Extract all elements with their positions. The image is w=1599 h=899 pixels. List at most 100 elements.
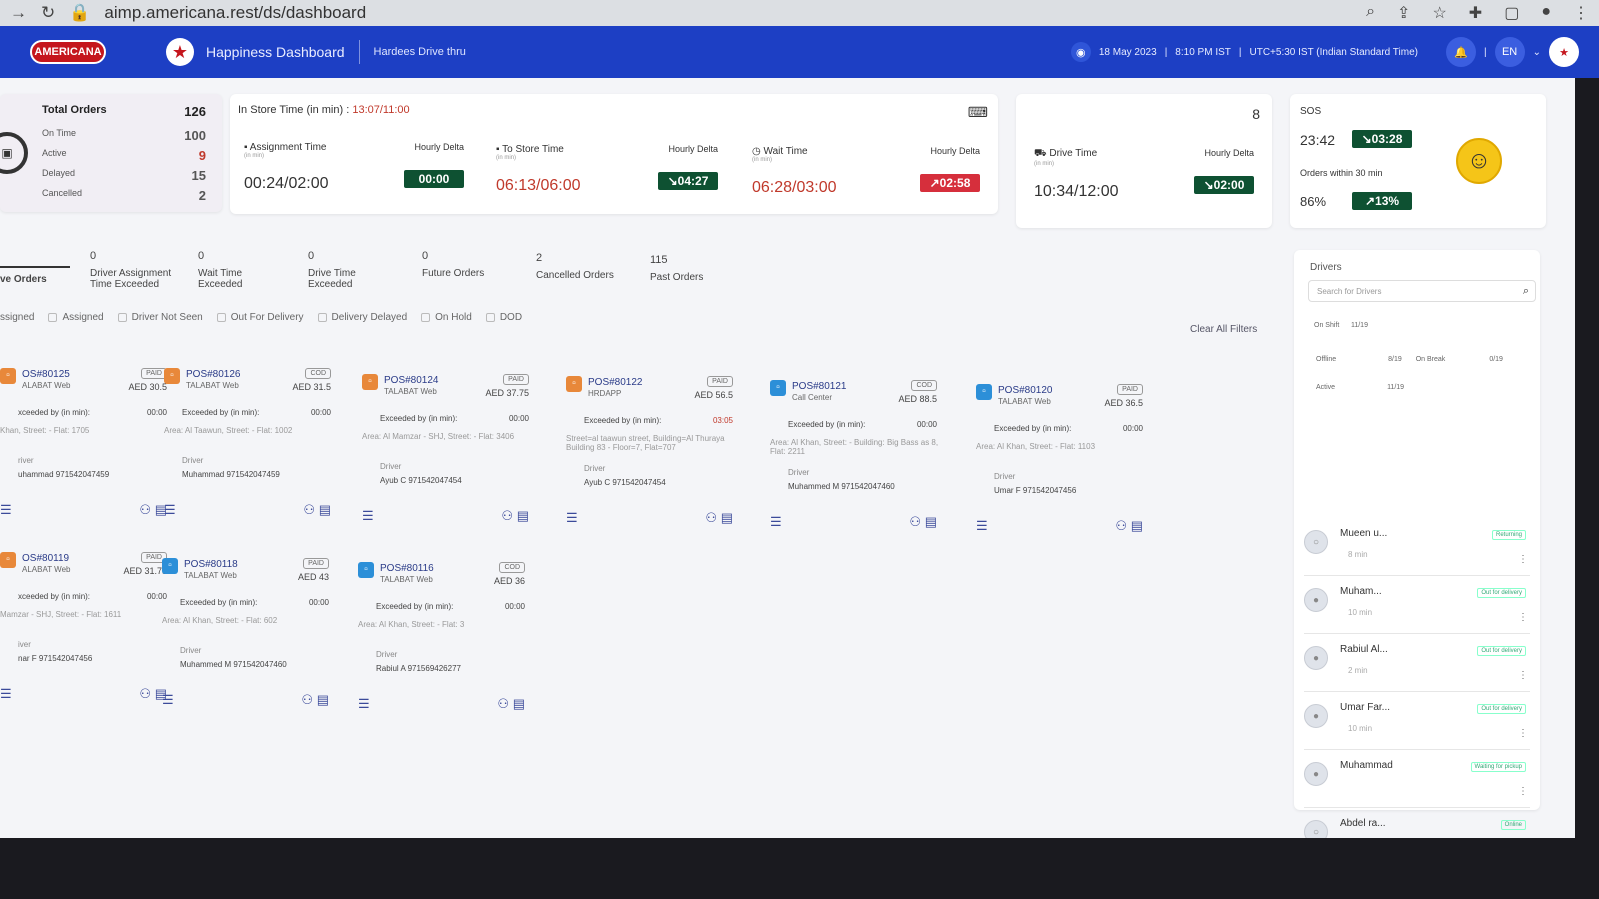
window-icon[interactable]: ▢	[1504, 3, 1519, 23]
details-icon[interactable]: ☰	[566, 510, 578, 526]
more-icon[interactable]: ⋮	[1518, 554, 1528, 565]
assign-driver-icon[interactable]: ⚇	[139, 686, 151, 701]
payment-badge: PAID	[707, 376, 733, 387]
filter-assigned[interactable]: Assigned	[48, 312, 104, 323]
details-icon[interactable]: ☰	[358, 696, 370, 712]
tab-active-orders[interactable]: ve Orders	[0, 266, 70, 285]
profile-icon[interactable]: ●	[1541, 3, 1551, 23]
chat-icon[interactable]: ▤	[513, 696, 525, 711]
assign-driver-icon[interactable]: ⚇	[501, 508, 513, 523]
more-icon[interactable]: ⋮	[1518, 612, 1528, 623]
notification-bell-icon[interactable]: 🔔	[1446, 37, 1476, 67]
details-icon[interactable]: ☰	[362, 508, 374, 524]
filter-on-hold[interactable]: On Hold	[421, 312, 472, 323]
assign-driver-icon[interactable]: ⚇	[497, 696, 509, 711]
chat-icon[interactable]: ▤	[1131, 518, 1143, 533]
clear-all-filters-link[interactable]: Clear All Filters	[1190, 324, 1257, 335]
order-number[interactable]: POS#80121	[792, 381, 847, 392]
exceeded-value: 00:00	[308, 598, 329, 607]
globe-icon[interactable]: ◉	[1070, 42, 1091, 62]
driver-label: Driver	[180, 646, 202, 655]
chevron-down-icon[interactable]: ⌄	[1533, 47, 1541, 58]
order-number[interactable]: OS#80119	[22, 553, 69, 564]
chat-icon[interactable]: ▤	[925, 514, 937, 529]
avatar[interactable]: ★	[1549, 37, 1579, 67]
order-card[interactable]: ▫ POS#80126 TALABAT Web COD AED 31.5 Exc…	[164, 368, 339, 528]
avatar: ●	[1304, 762, 1328, 786]
menu-icon[interactable]: ⋮	[1573, 3, 1589, 23]
brand-selector[interactable]: Hardees Drive thru	[374, 46, 466, 58]
order-card[interactable]: ▫ OS#80125 ALABAT Web PAID AED 30.5 xcee…	[0, 368, 175, 528]
bookmark-star-icon[interactable]: ☆	[1432, 3, 1446, 23]
order-card[interactable]: ▫ POS#80120 TALABAT Web PAID AED 36.5 Ex…	[976, 384, 1151, 544]
tab-future-orders[interactable]: 0 Future Orders	[422, 250, 502, 279]
assign-driver-icon[interactable]: ⚇	[1115, 518, 1127, 533]
order-card[interactable]: ▫ POS#80116 TALABAT Web COD AED 36 Excee…	[358, 562, 533, 722]
order-number[interactable]: POS#80118	[184, 559, 238, 570]
details-icon[interactable]: ☰	[0, 502, 12, 518]
order-card[interactable]: ▫ POS#80121 Call Center COD AED 88.5 Exc…	[770, 380, 945, 540]
order-source: HRDAPP	[588, 389, 622, 398]
more-icon[interactable]: ⋮	[1518, 786, 1528, 797]
chat-icon[interactable]: ▤	[517, 508, 529, 523]
tab-driver-assignment[interactable]: 0 Driver Assignment Time Exceeded	[90, 250, 180, 290]
order-number[interactable]: POS#80126	[186, 369, 241, 380]
order-amount: AED 43	[297, 572, 329, 582]
driver-search-input[interactable]: Search for Drivers ⌕	[1308, 280, 1536, 302]
order-number[interactable]: POS#80122	[588, 377, 643, 388]
details-icon[interactable]: ☰	[976, 518, 988, 534]
order-number[interactable]: OS#80125	[22, 369, 70, 380]
share-icon[interactable]: ⇪	[1397, 3, 1410, 23]
driver-row[interactable]: ● Muham... 10 min Out for delivery ⋮	[1304, 584, 1530, 634]
chat-icon[interactable]: ▤	[721, 510, 733, 525]
more-icon[interactable]: ⋮	[1518, 728, 1528, 739]
tab-count: 0	[422, 250, 429, 262]
extensions-icon[interactable]: ✚	[1469, 3, 1482, 23]
more-icon[interactable]: ⋮	[1518, 670, 1528, 681]
filter-unassigned[interactable]: ssigned	[0, 312, 34, 323]
search-icon[interactable]: ⌕	[1523, 285, 1529, 298]
chat-icon[interactable]: ▤	[317, 692, 329, 707]
tab-past-orders[interactable]: 115 Past Orders	[650, 254, 740, 283]
details-icon[interactable]: ☰	[0, 686, 12, 702]
filter-driver-not-seen[interactable]: Driver Not Seen	[117, 312, 203, 323]
order-number[interactable]: POS#80120	[998, 385, 1053, 396]
tab-drive-time[interactable]: 0 Drive Time Exceeded	[308, 250, 368, 290]
filter-delivery-delayed[interactable]: Delivery Delayed	[317, 312, 407, 323]
assign-driver-icon[interactable]: ⚇	[303, 502, 315, 517]
chat-icon[interactable]: ▤	[319, 502, 331, 517]
order-actions: ☰ ⚇ ▤	[976, 518, 1143, 534]
filter-dod[interactable]: DOD	[485, 312, 522, 323]
order-number[interactable]: POS#80116	[380, 563, 434, 574]
order-number[interactable]: POS#80124	[384, 375, 439, 386]
driver-time: 10 min	[1348, 608, 1373, 617]
language-selector[interactable]: EN	[1494, 37, 1525, 67]
zoom-icon[interactable]: ⌕	[1366, 3, 1375, 23]
address-bar[interactable]: aimp.americana.rest/ds/dashboard	[104, 3, 366, 23]
driver-row[interactable]: ● Muhammad Waiting for pickup ⋮	[1304, 758, 1530, 808]
driver-name: Abdel ra...	[1340, 818, 1386, 829]
to-store-time-label: To Store Time	[502, 144, 564, 155]
time-text: 8:10 PM IST	[1175, 46, 1231, 58]
order-card[interactable]: ▫ POS#80124 TALABAT Web PAID AED 37.75 E…	[362, 374, 537, 534]
filter-out-for-delivery[interactable]: Out For Delivery	[216, 312, 304, 323]
details-icon[interactable]: ☰	[164, 502, 176, 518]
assign-driver-icon[interactable]: ⚇	[909, 514, 921, 529]
order-actions: ☰ ⚇ ▤	[162, 692, 329, 708]
tab-wait-time[interactable]: 0 Wait Time Exceeded	[198, 250, 258, 290]
back-icon[interactable]: →	[10, 3, 27, 23]
order-card[interactable]: ▫ POS#80122 HRDAPP PAID AED 56.5 Exceede…	[566, 376, 741, 536]
assign-driver-icon[interactable]: ⚇	[301, 692, 313, 707]
driver-row[interactable]: ● Umar Far... 10 min Out for delivery ⋮	[1304, 700, 1530, 750]
order-card[interactable]: ▫ OS#80119 ALABAT Web PAID AED 31.75 xce…	[0, 552, 175, 712]
assign-driver-icon[interactable]: ⚇	[705, 510, 717, 525]
driver-row[interactable]: ○ Mueen u... 8 min Returning ⋮	[1304, 526, 1530, 576]
details-icon[interactable]: ☰	[770, 514, 782, 530]
details-icon[interactable]: ☰	[162, 692, 174, 708]
keyboard-icon[interactable]: ⌨	[968, 104, 988, 121]
order-card[interactable]: ▫ POS#80118 TALABAT Web PAID AED 43 Exce…	[162, 558, 337, 718]
reload-icon[interactable]: ↻	[41, 3, 55, 23]
driver-row[interactable]: ● Rabiul Al... 2 min Out for delivery ⋮	[1304, 642, 1530, 692]
tab-cancelled-orders[interactable]: 2 Cancelled Orders	[536, 252, 626, 281]
assign-driver-icon[interactable]: ⚇	[139, 502, 151, 517]
